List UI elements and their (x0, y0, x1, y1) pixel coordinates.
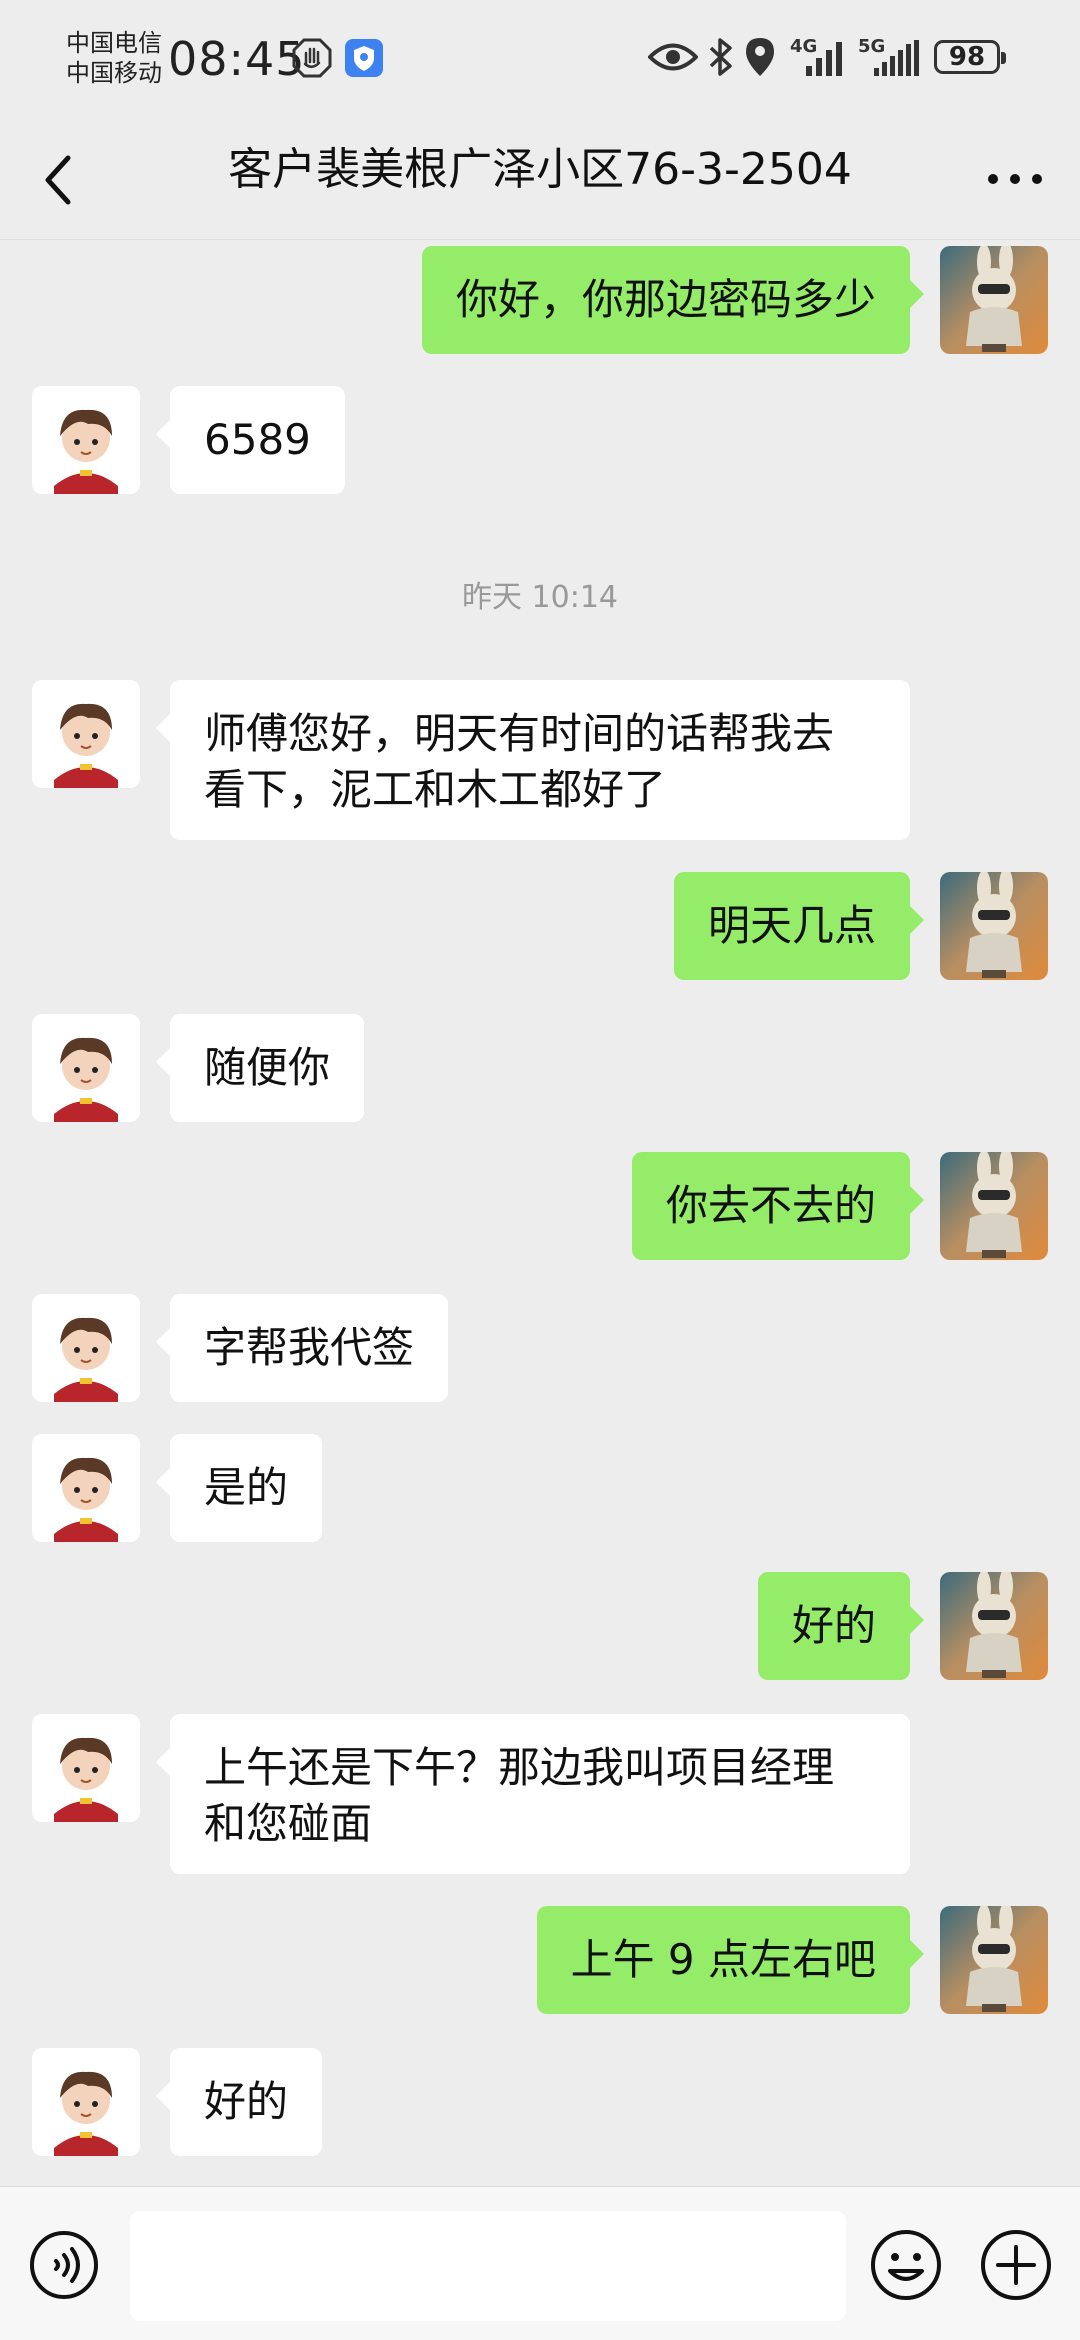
boy-avatar-icon (32, 1014, 140, 1122)
contact-avatar[interactable] (32, 1294, 140, 1402)
received-message-bubble[interactable]: 字帮我代签 (155, 1294, 449, 1402)
shield-icon (345, 39, 383, 77)
chat-timestamp: 昨天 10:14 (462, 580, 618, 615)
boy-avatar-icon (32, 386, 140, 494)
bunny-avatar-icon (940, 872, 1048, 980)
carrier-labels: 中国电信 中国移动 (66, 28, 162, 88)
my-avatar[interactable] (940, 1572, 1048, 1680)
chat-header: 客户裴美根广泽小区76-3-2504 (0, 120, 1080, 240)
contact-avatar[interactable] (32, 1714, 140, 1822)
received-message-bubble[interactable]: 师傅您好，明天有时间的话帮我去 看下，泥工和木工都好了 (156, 680, 910, 840)
received-message-bubble[interactable]: 随便你 (155, 1014, 365, 1122)
my-avatar[interactable] (940, 1906, 1048, 2014)
bunny-avatar-icon (940, 1906, 1048, 2014)
received-message-bubble[interactable]: 上午还是下午？那边我叫项目经理 和您碰面 (156, 1714, 910, 1874)
boy-avatar-icon (32, 1434, 140, 1542)
contact-avatar[interactable] (32, 680, 140, 788)
eye-icon (648, 43, 698, 71)
bunny-avatar-icon (940, 246, 1048, 354)
contact-avatar[interactable] (32, 386, 140, 494)
boy-avatar-icon (32, 2048, 140, 2156)
hand-icon (292, 38, 332, 78)
my-avatar[interactable] (940, 246, 1048, 354)
my-avatar[interactable] (940, 872, 1048, 980)
voice-icon[interactable] (28, 2229, 100, 2301)
input-bar (0, 2186, 1080, 2340)
back-chevron-icon[interactable] (30, 150, 90, 210)
more-dots-icon[interactable] (980, 154, 1050, 204)
plus-icon[interactable] (978, 2227, 1054, 2303)
boy-avatar-icon (32, 1714, 140, 1822)
received-message-bubble[interactable]: 好的 (155, 2048, 323, 2156)
battery-indicator: 98 (934, 40, 1006, 74)
status-time: 08:45 (168, 32, 306, 86)
signal-icon (806, 42, 842, 76)
emoji-icon[interactable] (868, 2227, 944, 2303)
sent-message-bubble[interactable]: 好的 (757, 1572, 925, 1680)
bunny-avatar-icon (940, 1572, 1048, 1680)
carrier-2: 中国移动 (66, 59, 162, 87)
boy-avatar-icon (32, 680, 140, 788)
bluetooth-icon (709, 38, 732, 76)
message-input[interactable] (130, 2211, 846, 2321)
contact-avatar[interactable] (32, 2048, 140, 2156)
location-icon (746, 38, 774, 76)
bunny-avatar-icon (940, 1152, 1048, 1260)
sent-message-bubble[interactable]: 你好，你那边密码多少 (421, 246, 925, 354)
received-message-bubble[interactable]: 是的 (155, 1434, 323, 1542)
carrier-1: 中国电信 (66, 29, 162, 57)
contact-avatar[interactable] (32, 1434, 140, 1542)
received-message-bubble[interactable]: 6589 (156, 386, 345, 494)
sent-message-bubble[interactable]: 上午 9 点左右吧 (536, 1906, 925, 2014)
sent-message-bubble[interactable]: 明天几点 (673, 872, 925, 980)
status-bar: 中国电信 中国移动 08:45 4G 5G 98 (0, 0, 1080, 120)
sent-message-bubble[interactable]: 你去不去的 (631, 1152, 925, 1260)
my-avatar[interactable] (940, 1152, 1048, 1260)
signal-icon (874, 40, 919, 76)
chat-title: 客户裴美根广泽小区76-3-2504 (228, 144, 852, 195)
boy-avatar-icon (32, 1294, 140, 1402)
contact-avatar[interactable] (32, 1014, 140, 1122)
